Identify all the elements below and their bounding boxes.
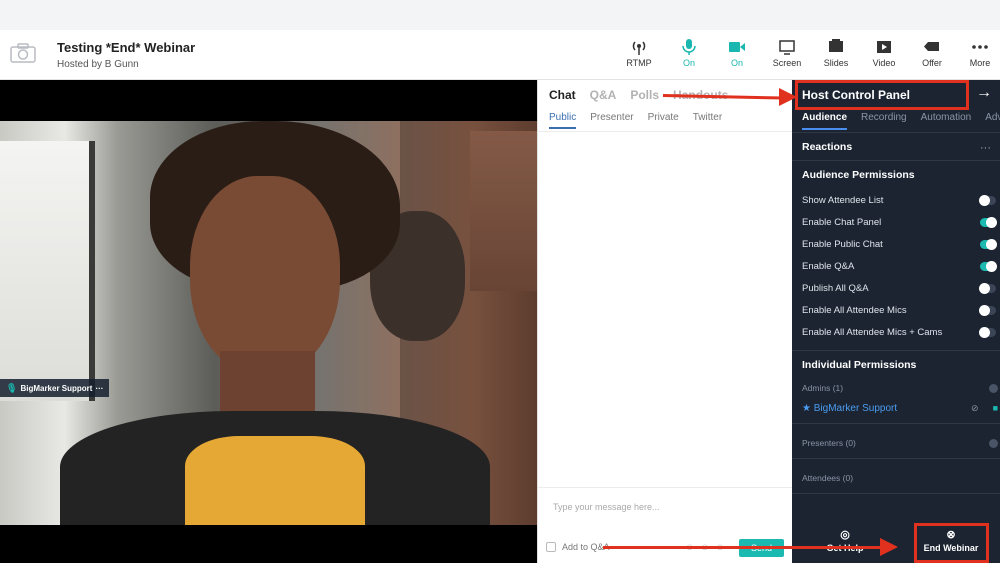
video-frame xyxy=(0,121,537,525)
help-icon[interactable] xyxy=(989,383,998,393)
permission-enable-attendee-mics: Enable All Attendee Mics xyxy=(802,302,998,318)
slides-label: Slides xyxy=(823,58,849,68)
lifebuoy-icon: ◎ xyxy=(840,529,850,541)
webinar-header: Testing *End* Webinar Hosted by B Gunn R… xyxy=(0,30,1000,80)
tab-advanced[interactable]: Adv xyxy=(985,112,1000,130)
annotation-arrowhead-bottom xyxy=(880,538,898,556)
highlight-host-control-panel xyxy=(795,80,969,110)
permission-publish-all-qa: Publish All Q&A xyxy=(802,280,998,296)
offer-tag-icon xyxy=(924,42,939,51)
chat-message-input[interactable]: Type your message here... xyxy=(553,502,660,512)
annotation-arrowhead-top xyxy=(779,88,797,106)
toggle-show-attendee-list[interactable] xyxy=(979,194,996,206)
presenter-name: BigMarker Support xyxy=(20,383,93,393)
more-dots-icon xyxy=(972,45,988,49)
host-name: Hosted by B Gunn xyxy=(57,59,139,70)
screen-label: Screen xyxy=(772,58,802,68)
annotation-arrow-bottom xyxy=(603,546,883,549)
subtab-presenter[interactable]: Presenter xyxy=(590,112,633,129)
add-to-qa[interactable]: Add to Q&A xyxy=(546,542,610,552)
camera-toggle-button[interactable]: On xyxy=(714,38,760,68)
permission-enable-public-chat: Enable Public Chat xyxy=(802,236,998,252)
microphone-icon: 🎙 xyxy=(6,382,18,393)
rtmp-label: RTMP xyxy=(626,58,652,68)
presenters-row: Presenters (0) xyxy=(802,438,998,448)
slides-icon xyxy=(829,39,843,52)
offer-label: Offer xyxy=(922,58,942,68)
tab-qa[interactable]: Q&A xyxy=(590,88,617,102)
attendees-row: Attendees (0) xyxy=(802,473,854,483)
webinar-title: Testing *End* Webinar xyxy=(57,40,196,55)
toggle-enable-qa[interactable] xyxy=(980,260,997,272)
audience-permissions-heading: Audience Permissions xyxy=(802,169,915,181)
broadcast-icon xyxy=(632,41,646,55)
toggle-enable-public-chat[interactable] xyxy=(980,238,997,250)
tab-audience[interactable]: Audience xyxy=(802,112,848,130)
camera-icon[interactable] xyxy=(10,43,36,63)
toggle-publish-all-qa[interactable] xyxy=(979,282,996,294)
permission-enable-qa: Enable Q&A xyxy=(802,258,998,274)
presenter-video[interactable]: 🎙 BigMarker Support ··· xyxy=(0,80,537,563)
reactions-heading: Reactions xyxy=(802,141,853,153)
tab-automation[interactable]: Automation xyxy=(921,112,972,130)
mic-status-label: On xyxy=(682,58,695,68)
mic-toggle-button[interactable]: On xyxy=(666,38,712,68)
more-label: More xyxy=(969,58,991,68)
panel-tabs: Audience Recording Automation Adv xyxy=(802,112,1000,130)
subtab-private[interactable]: Private xyxy=(648,112,679,129)
tab-polls[interactable]: Polls xyxy=(630,88,659,102)
toggle-enable-attendee-mics[interactable] xyxy=(979,304,996,316)
permission-enable-attendee-mics-cams: Enable All Attendee Mics + Cams xyxy=(802,324,998,340)
individual-permissions-heading: Individual Permissions xyxy=(802,359,917,371)
chat-panel: Chat Q&A Polls Handouts Public Presenter… xyxy=(537,80,793,563)
add-to-qa-checkbox[interactable] xyxy=(546,542,556,552)
more-dots-icon[interactable]: ··· xyxy=(980,142,991,154)
subtab-twitter[interactable]: Twitter xyxy=(693,112,722,129)
video-button[interactable]: Video xyxy=(861,38,907,68)
chat-subtabs: Public Presenter Private Twitter xyxy=(549,112,722,129)
video-camera-icon xyxy=(729,42,745,52)
screen-share-button[interactable]: Screen xyxy=(764,38,810,68)
muted-mic-icon[interactable]: ⊘ xyxy=(971,403,979,414)
tab-recording[interactable]: Recording xyxy=(861,112,907,130)
top-margin xyxy=(0,0,1000,30)
play-video-icon xyxy=(877,41,891,53)
monitor-icon xyxy=(779,40,795,55)
slides-button[interactable]: Slides xyxy=(813,38,859,68)
get-help-button[interactable]: ◎ Get Help xyxy=(800,524,890,562)
permission-show-attendee-list: Show Attendee List xyxy=(802,192,998,208)
collapse-arrow-icon[interactable]: → xyxy=(976,84,992,102)
video-label: Video xyxy=(872,58,896,68)
more-button[interactable]: More xyxy=(957,38,1000,68)
rtmp-button[interactable]: RTMP xyxy=(616,38,662,68)
help-icon[interactable] xyxy=(989,438,998,448)
video-camera-icon[interactable]: ■ xyxy=(993,403,998,414)
admins-row: Admins (1) xyxy=(802,383,998,393)
presenter-name-tag[interactable]: 🎙 BigMarker Support ··· xyxy=(0,379,110,397)
admin-name: ★ BigMarker Support xyxy=(802,403,898,414)
subtab-public[interactable]: Public xyxy=(549,112,577,129)
camera-status-label: On xyxy=(730,58,743,68)
permission-enable-chat-panel: Enable Chat Panel xyxy=(802,214,998,230)
tab-chat[interactable]: Chat xyxy=(549,88,576,102)
options-dots-icon: ··· xyxy=(95,383,104,393)
microphone-icon xyxy=(682,39,696,55)
highlight-end-webinar xyxy=(914,523,989,563)
offer-button[interactable]: Offer xyxy=(909,38,955,68)
toggle-enable-chat-panel[interactable] xyxy=(980,216,997,228)
toggle-enable-attendee-mics-cams[interactable] xyxy=(979,326,996,338)
host-control-panel: Host Control Panel → Audience Recording … xyxy=(792,80,1000,563)
admin-user-row[interactable]: ★ BigMarker Support ⊘ ■ xyxy=(802,403,998,414)
